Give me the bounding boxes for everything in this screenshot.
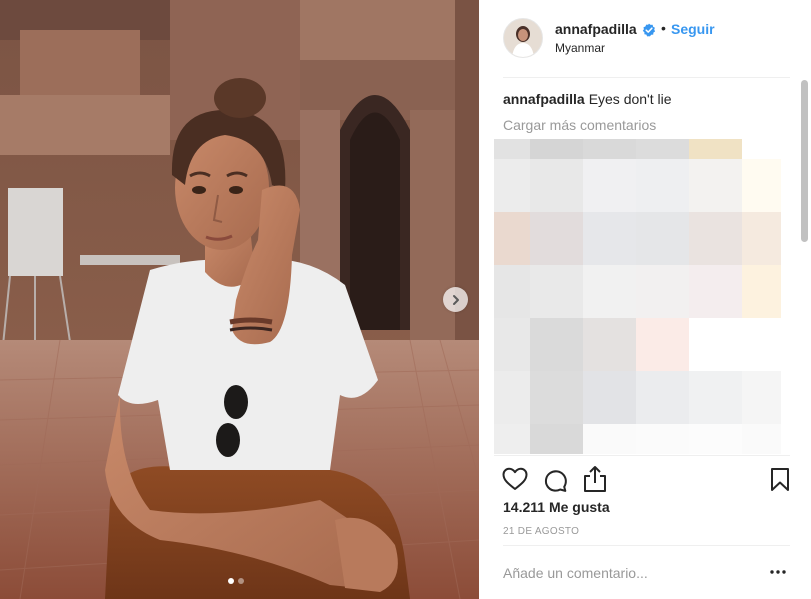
avatar[interactable] [503,18,543,58]
post-date[interactable]: 21 DE AGOSTO [503,526,579,537]
header-separator: • [661,20,666,36]
comment-input[interactable] [503,562,743,584]
load-more-comments-button[interactable]: Cargar más comentarios [503,117,656,133]
verified-badge-icon [642,23,656,37]
likes-count[interactable]: 14.211 Me gusta [503,499,610,515]
more-options-icon [770,570,786,574]
heart-icon [502,467,528,490]
caption: annafpadilla Eyes don't lie [503,91,672,107]
carousel-dot-active [228,578,234,584]
post-photo[interactable] [0,0,479,599]
chevron-right-icon [452,294,459,305]
divider [503,77,790,78]
caption-text: Eyes don't lie [588,91,672,107]
comment-bubble-icon [544,470,567,492]
comments-scrollbar[interactable] [801,80,808,242]
next-photo-button[interactable] [443,287,468,312]
comment-button[interactable] [542,467,568,498]
instagram-post-view: annafpadilla • Seguir Myanmar annafpadil… [0,0,811,599]
like-button[interactable] [502,467,528,496]
share-icon [584,466,606,492]
carousel-dot [238,578,244,584]
follow-button[interactable]: Seguir [671,21,715,37]
username[interactable]: annafpadilla [555,21,637,37]
photo-illustration [0,0,479,599]
more-options-button[interactable] [769,565,787,579]
post-header: annafpadilla • Seguir Myanmar [479,0,811,78]
location-link[interactable]: Myanmar [555,41,605,55]
divider [494,455,790,456]
pixelated-content [494,139,781,454]
comments-area-redacted [494,139,781,454]
post-details-panel: annafpadilla • Seguir Myanmar annafpadil… [479,0,811,599]
caption-username[interactable]: annafpadilla [503,91,585,107]
divider [503,545,790,546]
save-button[interactable] [770,467,790,497]
bookmark-icon [771,468,789,491]
share-button[interactable] [582,465,608,498]
avatar-image [504,19,542,57]
carousel-indicator [228,578,244,584]
